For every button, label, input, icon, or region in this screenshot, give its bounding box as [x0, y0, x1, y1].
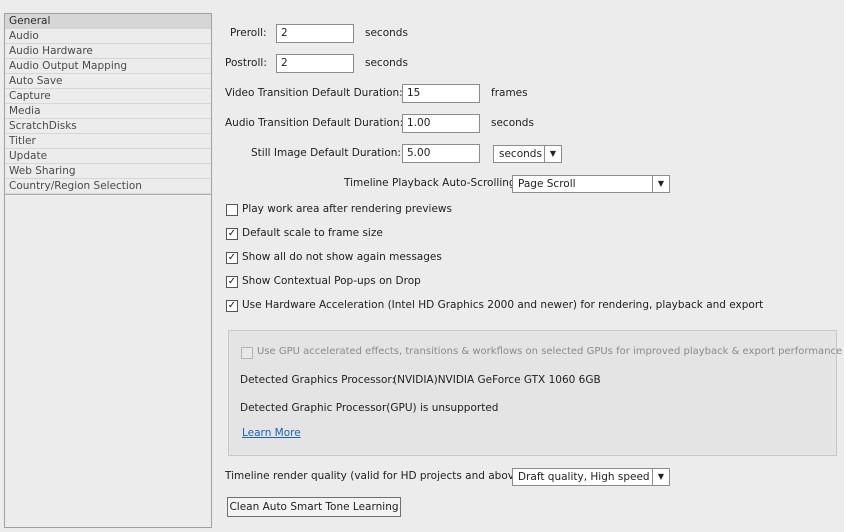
chevron-down-icon: ▼: [544, 146, 561, 162]
postroll-label: Postroll:: [225, 57, 267, 69]
sidebar-item-capture[interactable]: Capture: [5, 89, 211, 104]
sidebar-item-titler[interactable]: Titler: [5, 134, 211, 149]
default-scale-checkbox[interactable]: ✓: [226, 228, 238, 240]
video-transition-unit: frames: [491, 87, 528, 99]
contextual-popups-checkbox[interactable]: ✓: [226, 276, 238, 288]
detected-gpu-value: (NVIDIA)NVIDIA GeForce GTX 1060 6GB: [393, 374, 601, 386]
contextual-popups-label: Show Contextual Pop-ups on Drop: [242, 275, 421, 287]
postroll-input[interactable]: 2: [276, 54, 354, 73]
use-gpu-label: Use GPU accelerated effects, transitions…: [257, 346, 843, 357]
still-image-unit-dropdown[interactable]: seconds ▼: [493, 145, 562, 163]
render-quality-dropdown[interactable]: Draft quality, High speed ▼: [512, 468, 670, 486]
detected-gpu-label: Detected Graphics Processor:: [240, 374, 396, 386]
sidebar-item-country-region[interactable]: Country/Region Selection: [5, 179, 211, 194]
chevron-down-icon: ▼: [652, 469, 669, 485]
timeline-autoscroll-dropdown[interactable]: Page Scroll ▼: [512, 175, 670, 193]
still-image-label: Still Image Default Duration:: [251, 147, 401, 159]
video-transition-input[interactable]: 15: [402, 84, 480, 103]
render-quality-label: Timeline render quality (valid for HD pr…: [225, 470, 529, 482]
render-quality-selected: Draft quality, High speed: [518, 471, 650, 483]
timeline-autoscroll-selected: Page Scroll: [518, 178, 576, 190]
hardware-accel-label: Use Hardware Acceleration (Intel HD Grap…: [242, 299, 764, 311]
preroll-unit: seconds: [365, 27, 408, 39]
preroll-label: Preroll:: [230, 27, 267, 39]
sidebar-item-audio[interactable]: Audio: [5, 29, 211, 44]
audio-transition-unit: seconds: [491, 117, 534, 129]
learn-more-link[interactable]: Learn More: [242, 427, 301, 439]
still-image-unit-selected: seconds: [499, 148, 542, 160]
sidebar-divider: [5, 194, 211, 195]
audio-transition-input[interactable]: 1.00: [402, 114, 480, 133]
still-image-input[interactable]: 5.00: [402, 144, 480, 163]
play-work-area-label: Play work area after rendering previews: [242, 203, 452, 215]
chevron-down-icon: ▼: [652, 176, 669, 192]
gpu-settings-panel: Use GPU accelerated effects, transitions…: [228, 330, 842, 456]
show-all-dialogs-label: Show all do not show again messages: [242, 251, 442, 263]
postroll-unit: seconds: [365, 57, 408, 69]
gpu-unsupported-text: Detected Graphic Processor(GPU) is unsup…: [240, 402, 499, 414]
timeline-autoscroll-label: Timeline Playback Auto-Scrolling:: [344, 177, 520, 189]
audio-transition-label: Audio Transition Default Duration:: [225, 117, 404, 129]
sidebar-item-scratch-disks[interactable]: ScratchDisks: [5, 119, 211, 134]
use-gpu-checkbox[interactable]: [241, 347, 253, 359]
sidebar-item-update[interactable]: Update: [5, 149, 211, 164]
sidebar-item-auto-save[interactable]: Auto Save: [5, 74, 211, 89]
sidebar-item-media[interactable]: Media: [5, 104, 211, 119]
default-scale-label: Default scale to frame size: [242, 227, 383, 239]
show-all-dialogs-checkbox[interactable]: ✓: [226, 252, 238, 264]
play-work-area-checkbox[interactable]: [226, 204, 238, 216]
sidebar-item-general[interactable]: General: [5, 14, 211, 29]
preferences-category-list: General Audio Audio Hardware Audio Outpu…: [4, 13, 212, 528]
video-transition-label: Video Transition Default Duration:: [225, 87, 403, 99]
hardware-accel-checkbox[interactable]: ✓: [226, 300, 238, 312]
clean-auto-smart-tone-button[interactable]: Clean Auto Smart Tone Learning: [227, 497, 401, 517]
sidebar-item-audio-output-mapping[interactable]: Audio Output Mapping: [5, 59, 211, 74]
sidebar-item-audio-hardware[interactable]: Audio Hardware: [5, 44, 211, 59]
preroll-input[interactable]: 2: [276, 24, 354, 43]
sidebar-item-web-sharing[interactable]: Web Sharing: [5, 164, 211, 179]
